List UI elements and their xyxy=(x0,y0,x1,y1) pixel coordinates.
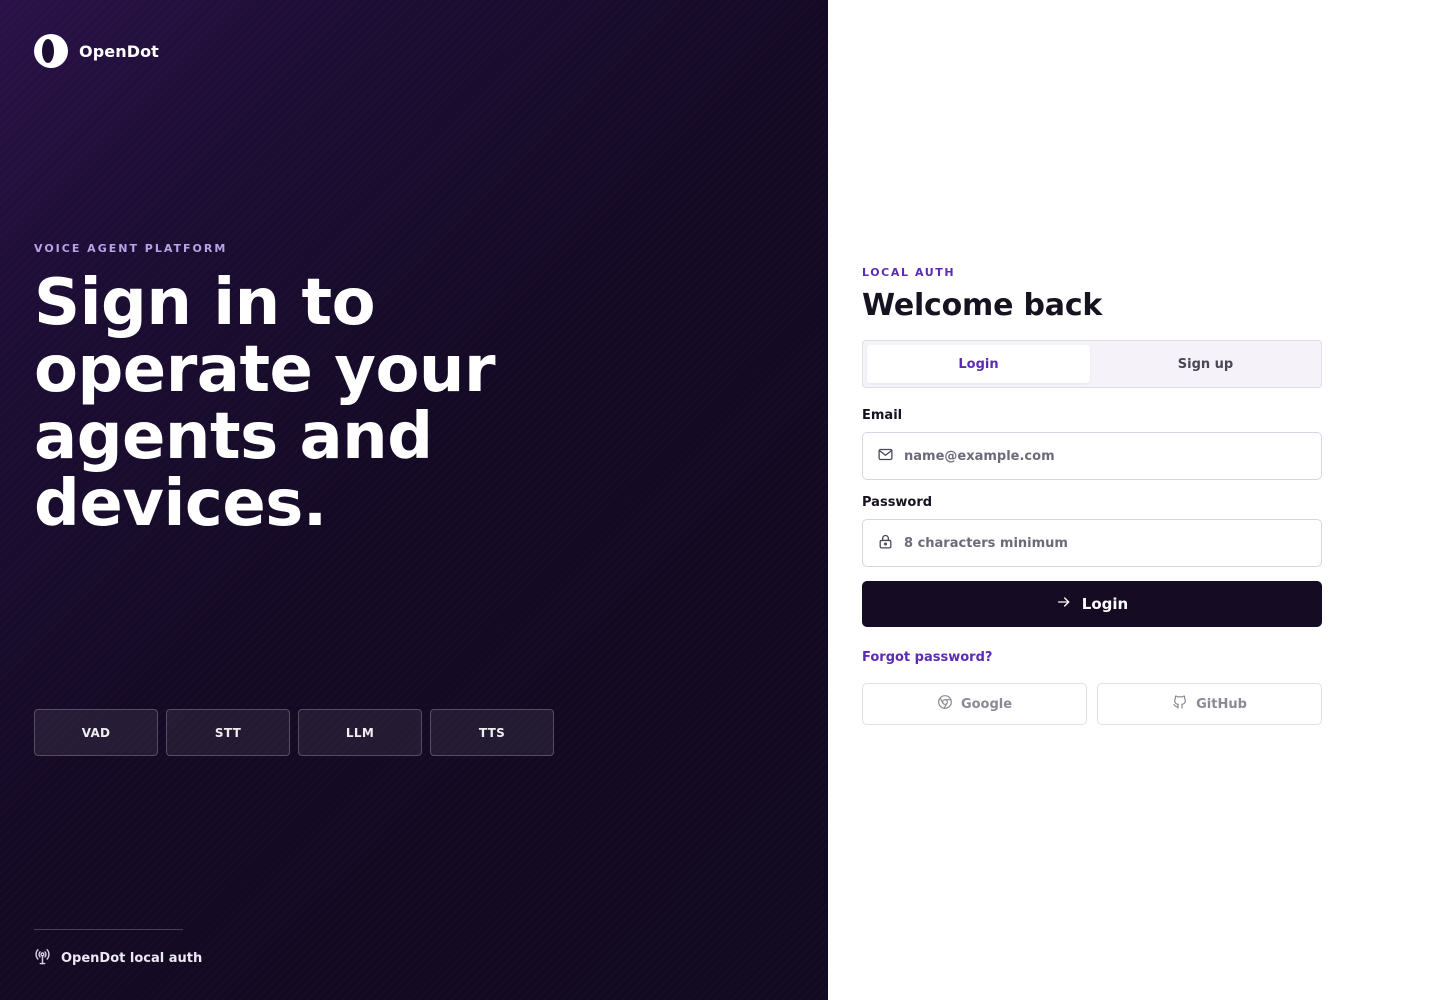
github-button[interactable]: GitHub xyxy=(1097,683,1322,725)
page-title: Welcome back xyxy=(862,288,1103,323)
arrow-right-icon xyxy=(1056,594,1072,614)
google-button[interactable]: Google xyxy=(862,683,1087,725)
chip-vad: VAD xyxy=(34,709,158,756)
email-label: Email xyxy=(862,408,903,423)
hero-eyebrow: VOICE AGENT PLATFORM xyxy=(34,242,228,255)
brand-name: OpenDot xyxy=(79,41,159,61)
auth-eyebrow: LOCAL AUTH xyxy=(862,266,956,279)
chip-tts: TTS xyxy=(430,709,554,756)
lock-icon xyxy=(877,533,894,554)
chrome-icon xyxy=(937,694,953,714)
password-field[interactable] xyxy=(904,535,1321,551)
password-label: Password xyxy=(862,495,933,510)
github-button-label: GitHub xyxy=(1196,696,1247,712)
chip-stt: STT xyxy=(166,709,290,756)
chip-llm: LLM xyxy=(298,709,422,756)
footer-divider xyxy=(34,929,183,930)
email-field-wrap[interactable] xyxy=(862,432,1322,480)
login-form: LOCAL AUTH Welcome back Login Sign up Em… xyxy=(862,266,1322,725)
brand[interactable]: OpenDot xyxy=(34,34,159,68)
github-icon xyxy=(1172,694,1188,714)
auth-panel: LOCAL AUTH Welcome back Login Sign up Em… xyxy=(828,0,1440,1000)
hero-footer-text: OpenDot local auth xyxy=(61,951,203,966)
opendot-logo-icon xyxy=(34,34,68,68)
google-button-label: Google xyxy=(960,696,1013,712)
tab-signup[interactable]: Sign up xyxy=(1094,345,1317,383)
login-button[interactable]: Login xyxy=(862,581,1322,627)
tab-login[interactable]: Login xyxy=(867,345,1090,383)
forgot-password-link[interactable]: Forgot password? xyxy=(862,650,992,665)
broadcast-icon xyxy=(34,948,51,969)
password-field-wrap[interactable] xyxy=(862,519,1322,567)
email-field[interactable] xyxy=(904,448,1321,464)
auth-tabs: Login Sign up xyxy=(862,340,1322,388)
oauth-buttons: Google GitHub xyxy=(862,683,1322,725)
hero-panel: OpenDot VOICE AGENT PLATFORM Sign in to … xyxy=(0,0,828,1000)
hero-headline: Sign in to operate your agents and devic… xyxy=(34,266,496,541)
login-button-label: Login xyxy=(1081,595,1129,613)
mail-icon xyxy=(877,446,894,467)
pipeline-chips: VAD STT LLM TTS xyxy=(34,709,554,756)
hero-footer: OpenDot local auth xyxy=(34,948,202,969)
